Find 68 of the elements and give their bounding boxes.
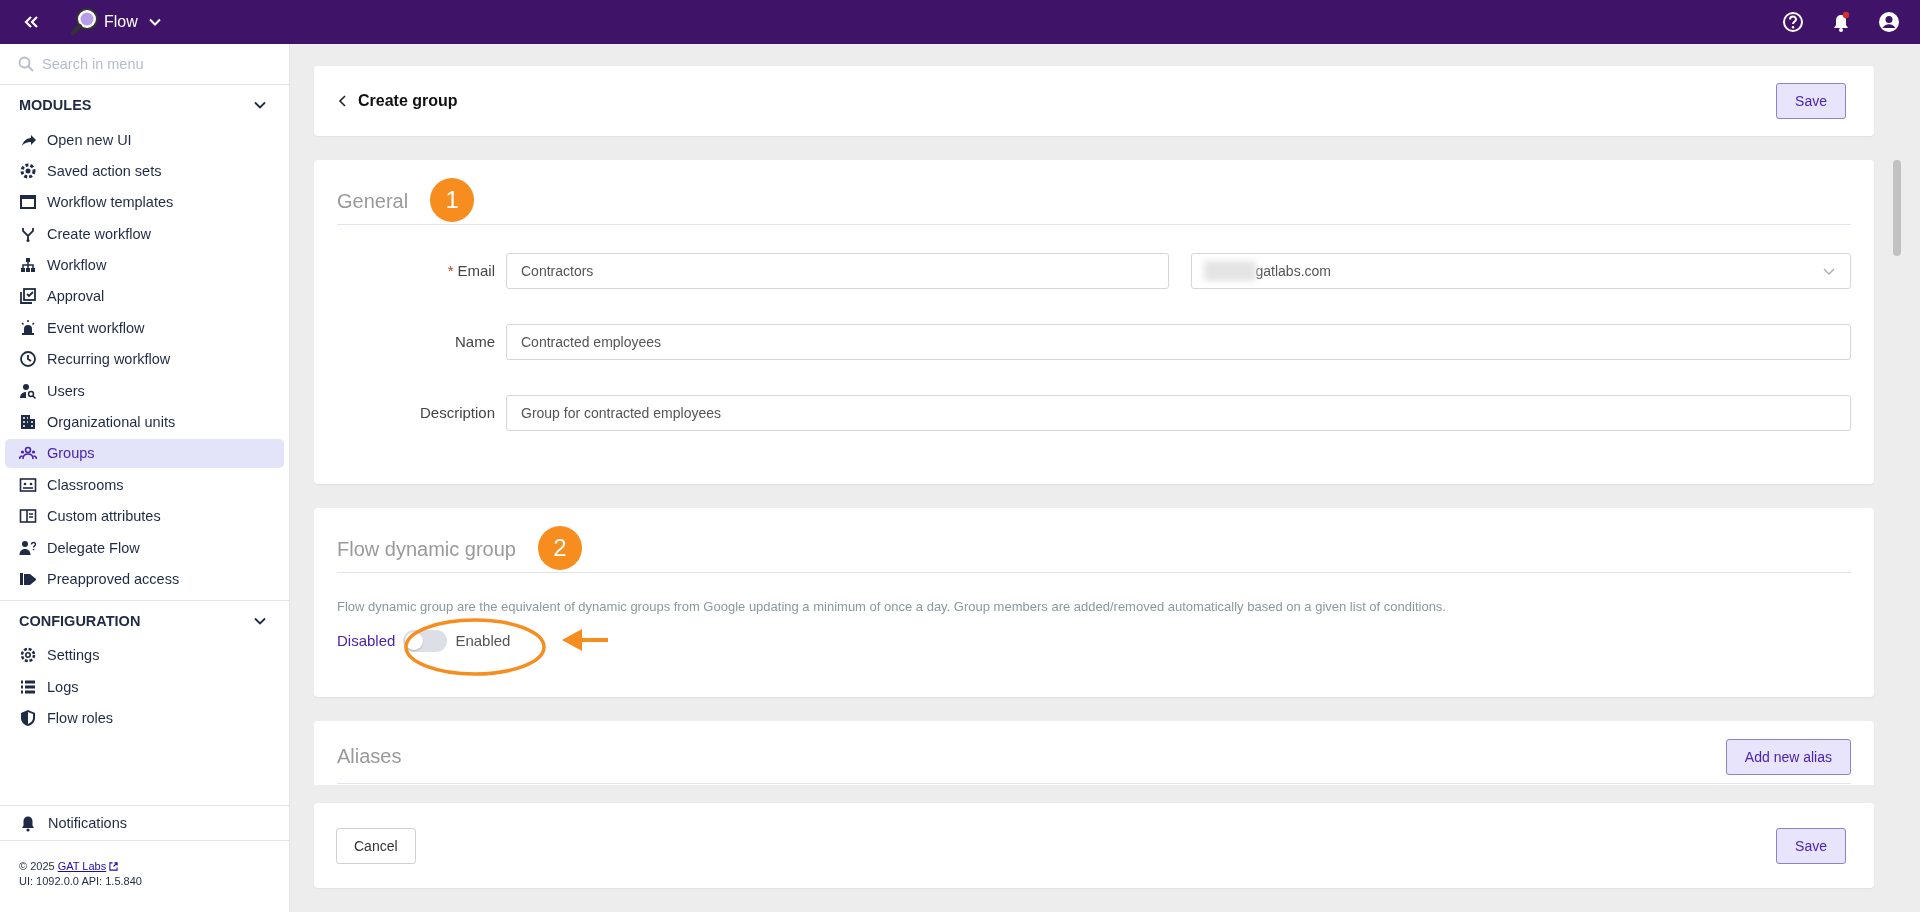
magnifier-logo-icon — [70, 7, 100, 37]
menu-item[interactable]: Flow roles — [5, 703, 284, 733]
menu-item[interactable]: Approval — [5, 281, 284, 311]
bell-icon — [20, 814, 36, 833]
description-text: Flow dynamic group are the equivalent of dynamic groups from Google updating a minimum of once a day. Group members are added/removed automatically based on a given list of conditions. — [337, 598, 1447, 614]
menu-item[interactable]: Workflow templates — [5, 187, 284, 217]
version-text: UI: 1092.0.0 API: 1.5.840 — [19, 873, 143, 888]
search-field[interactable]: Search in menu — [42, 56, 271, 72]
menu-item[interactable]: Settings — [5, 640, 284, 670]
external-link-icon — [109, 862, 119, 872]
classroom-icon — [19, 475, 37, 494]
blurred-text — [1203, 260, 1256, 281]
shield-icon — [19, 709, 37, 728]
menu-item[interactable]: Users — [5, 376, 284, 406]
user-search-icon — [19, 381, 37, 400]
menu-item[interactable]: Delegate Flow — [5, 533, 284, 563]
menu-item[interactable]: Preapproved access — [5, 564, 284, 594]
account-icon[interactable] — [1878, 11, 1900, 33]
notifications-item[interactable]: Notifications — [0, 805, 289, 842]
text-input[interactable]: Group for contracted employees — [506, 394, 1851, 431]
page-title: Create group — [358, 91, 459, 110]
menu-item[interactable]: Classrooms — [5, 470, 284, 500]
add-alias-button[interactable]: Add new alias — [1725, 738, 1851, 775]
menu-item[interactable]: Logs — [5, 672, 284, 702]
step-badge: 1 — [430, 177, 475, 222]
disabled-label: Disabled — [337, 632, 396, 650]
cancel-button[interactable]: Cancel — [336, 827, 416, 864]
checklist-icon — [19, 287, 37, 306]
save-button[interactable]: Save — [1776, 827, 1846, 864]
section-title: General — [337, 190, 409, 214]
help-icon[interactable] — [1782, 11, 1804, 33]
field-label: Description — [418, 404, 495, 422]
copyright-text: © 2025 — [19, 860, 55, 873]
search-icon — [18, 56, 34, 72]
section-title: MODULES — [19, 97, 92, 113]
field-label: * Email — [446, 262, 495, 280]
menu-item[interactable]: Custom attributes — [5, 501, 284, 531]
menu-item[interactable]: Recurring workflow — [5, 344, 284, 374]
section-title: CONFIGURATION — [19, 612, 141, 629]
panel-icon — [19, 507, 37, 526]
menu-item[interactable]: Open new UI — [5, 125, 284, 154]
field-label: Name — [454, 333, 495, 351]
user-question-icon — [19, 538, 37, 557]
building-icon — [19, 413, 37, 431]
company-link[interactable]: GAT Labs — [57, 860, 107, 873]
menu-item[interactable]: Create workflow — [5, 219, 284, 249]
save-button[interactable]: Save — [1776, 82, 1846, 119]
text-input[interactable]: Contracted employees — [506, 323, 1851, 360]
gear-icon — [19, 646, 37, 665]
enabled-label: Enabled — [455, 632, 511, 650]
email-input[interactable]: Contractors — [506, 252, 1169, 289]
menu-item[interactable]: Saved action sets — [5, 156, 284, 186]
menu-item[interactable]: Workflow — [5, 250, 284, 280]
menu-item[interactable]: Organizational units — [5, 407, 284, 437]
menu-item[interactable]: Event workflow — [5, 313, 284, 343]
section-title: Flow dynamic group — [337, 538, 516, 562]
step-badge: 2 — [537, 525, 582, 570]
siren-icon — [19, 318, 37, 337]
gear-icon — [19, 161, 37, 180]
scrollbar-thumb[interactable] — [1893, 159, 1901, 256]
domain-select[interactable]: gatlabs.com — [1190, 252, 1851, 289]
section-title: Aliases — [337, 745, 402, 769]
template-icon — [19, 193, 37, 212]
clock-icon — [19, 350, 37, 369]
hierarchy-icon — [19, 256, 37, 275]
menu-item[interactable]: Groups — [5, 438, 284, 468]
app-name[interactable]: Flow — [104, 13, 138, 31]
pointer-arrow — [560, 626, 610, 653]
